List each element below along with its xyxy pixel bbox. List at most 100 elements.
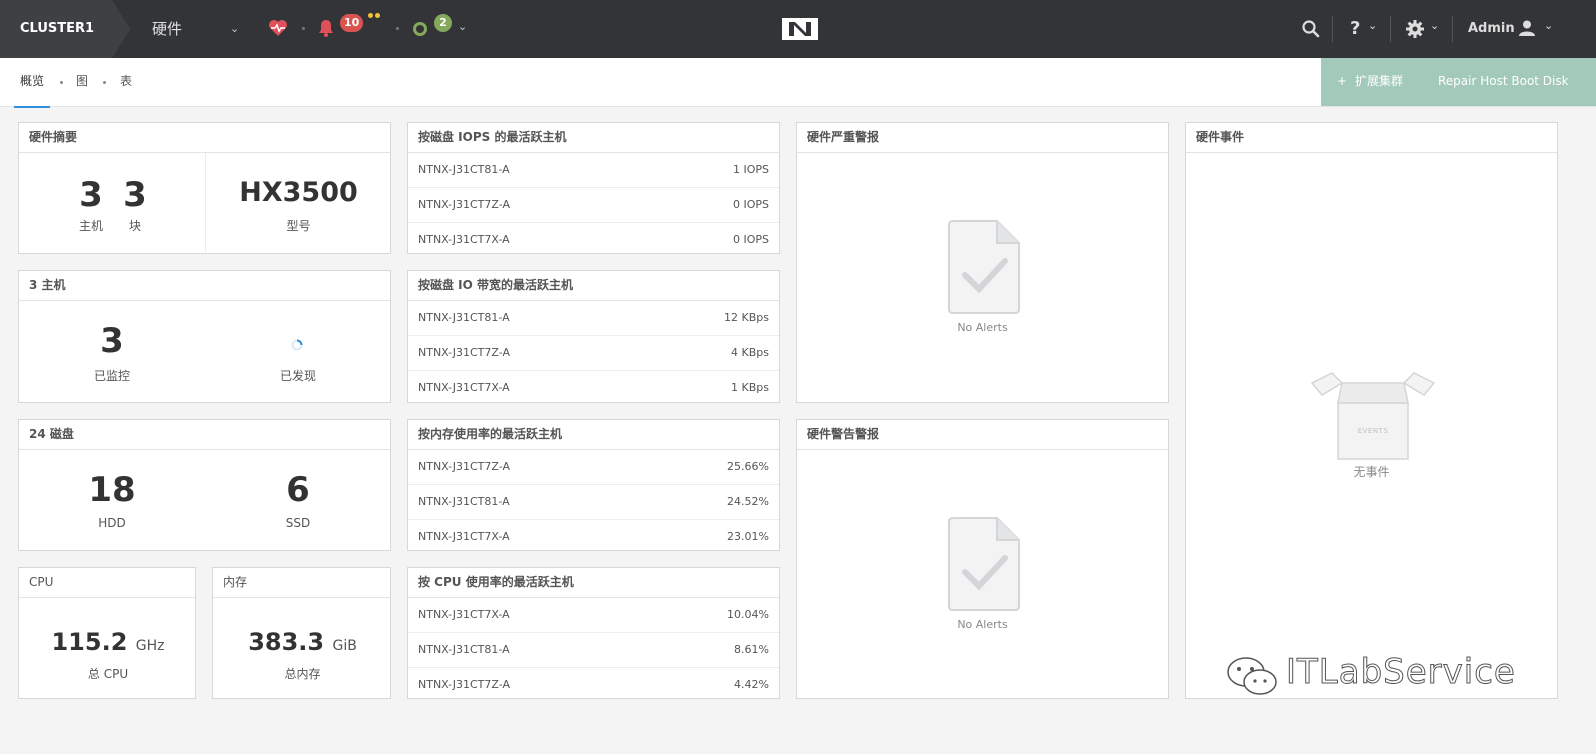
user-name[interactable]: Admin: [1468, 0, 1515, 58]
chevron-down-icon[interactable]: ⌄: [1430, 0, 1439, 55]
repair-host-boot-disk-button[interactable]: Repair Host Boot Disk: [1427, 58, 1596, 106]
health-heart-icon[interactable]: [268, 19, 288, 37]
card-title: 24 磁盘: [19, 420, 390, 450]
alerts-count-badge[interactable]: 10: [340, 14, 364, 32]
metric-value: 1 IOPS: [732, 163, 769, 176]
alert-dots-icon: [368, 13, 382, 18]
card-title: 内存: [213, 568, 390, 598]
tab-overview[interactable]: 概览: [14, 58, 51, 108]
memory-label: 总内存: [284, 667, 321, 681]
monitored-count: 3: [100, 321, 124, 361]
card-title: 按 CPU 使用率的最活跃主机: [408, 568, 779, 598]
host-name[interactable]: NTNX-J31CT7Z-A: [418, 346, 510, 359]
top-hosts-cpu-card: 按 CPU 使用率的最活跃主机 NTNX-J31CT7X-A 10.04% NTN…: [407, 567, 780, 699]
hardware-summary-card: 硬件摘要 3 主机 3 块 HX3500 型号: [18, 122, 391, 254]
table-row[interactable]: NTNX-J31CT7X-A 0 IOPS: [408, 223, 779, 257]
no-alerts-document-icon: [948, 220, 1020, 314]
discovered-label: 已发现: [279, 369, 316, 383]
host-name[interactable]: NTNX-J31CT7Z-A: [418, 678, 510, 691]
table-row[interactable]: NTNX-J31CT7Z-A 4.42%: [408, 668, 779, 702]
help-icon[interactable]: ?: [1350, 0, 1360, 58]
module-selector[interactable]: 硬件: [152, 0, 182, 58]
card-title: 硬件警告警报: [797, 420, 1168, 450]
metric-value: 4.42%: [734, 678, 769, 691]
host-name[interactable]: NTNX-J31CT7X-A: [418, 233, 510, 246]
ssd-count: 6: [286, 470, 310, 510]
search-icon[interactable]: [1302, 20, 1320, 38]
separator-dot: [103, 81, 106, 84]
host-name[interactable]: NTNX-J31CT7Z-A: [418, 460, 510, 473]
card-title: 硬件摘要: [19, 123, 390, 153]
gear-icon[interactable]: [1405, 19, 1425, 39]
host-name[interactable]: NTNX-J31CT7X-A: [418, 381, 510, 394]
host-name[interactable]: NTNX-J31CT81-A: [418, 643, 510, 656]
metric-value: 4 KBps: [731, 346, 769, 359]
metric-value: 0 IOPS: [732, 198, 769, 211]
cluster-arrow-decoration: [112, 0, 130, 58]
divider: [1452, 16, 1453, 42]
empty-events-box-icon: [1310, 372, 1436, 460]
card-title: CPU: [19, 568, 195, 598]
memory-unit: GiB: [332, 638, 357, 654]
table-row[interactable]: NTNX-J31CT7Z-A 4 KBps: [408, 336, 779, 371]
loading-spinner-icon: [291, 339, 303, 351]
block-count-label: 块: [128, 219, 141, 233]
tasks-count-badge[interactable]: 2: [434, 14, 452, 32]
user-avatar-icon[interactable]: [1518, 19, 1536, 37]
host-name[interactable]: NTNX-J31CT7Z-A: [418, 198, 510, 211]
empty-state-text: 无事件: [1353, 465, 1390, 479]
table-row[interactable]: NTNX-J31CT7X-A 23.01%: [408, 520, 779, 554]
table-row[interactable]: NTNX-J31CT7Z-A 0 IOPS: [408, 188, 779, 223]
cpu-value: 115.2: [51, 628, 128, 656]
view-tabs-bar: 概览 图 表 + 扩展集群 Repair Host Boot Disk: [0, 58, 1596, 108]
events-box-label: EVENTS: [1357, 427, 1389, 435]
watermark-text: ITLabService: [1286, 652, 1516, 693]
table-row[interactable]: NTNX-J31CT7Z-A 25.66%: [408, 450, 779, 485]
top-hosts-bandwidth-card: 按磁盘 IO 带宽的最活跃主机 NTNX-J31CT81-A 12 KBps NT…: [407, 270, 780, 403]
expand-cluster-button[interactable]: + 扩展集群: [1321, 58, 1427, 106]
memory-total-value: 383.3 GiB: [213, 628, 392, 656]
separator-dot: [396, 27, 399, 30]
cluster-name[interactable]: CLUSTER1: [0, 0, 112, 58]
chevron-down-icon[interactable]: ⌄: [1544, 0, 1553, 55]
host-name[interactable]: NTNX-J31CT81-A: [418, 311, 510, 324]
top-bar: CLUSTER1 硬件 ⌄ 10 2 ⌄ ? ⌄ ⌄ Admin ⌄: [0, 0, 1596, 58]
host-name[interactable]: NTNX-J31CT7X-A: [418, 530, 510, 543]
metric-value: 10.04%: [727, 608, 769, 621]
memory-value: 383.3: [248, 628, 325, 656]
table-row[interactable]: NTNX-J31CT81-A 8.61%: [408, 633, 779, 668]
table-row[interactable]: NTNX-J31CT7X-A 1 KBps: [408, 371, 779, 405]
cpu-total-value: 115.2 GHz: [19, 628, 197, 656]
host-count-label: 主机: [78, 219, 103, 233]
host-name[interactable]: NTNX-J31CT81-A: [418, 495, 510, 508]
card-title: 按磁盘 IOPS 的最活跃主机: [408, 123, 779, 153]
empty-state-text: No Alerts: [957, 321, 1008, 334]
metric-value: 23.01%: [727, 530, 769, 543]
separator-dot: [60, 81, 63, 84]
ssd-label: SSD: [285, 516, 311, 530]
card-title: 3 主机: [19, 271, 390, 301]
hosts-card[interactable]: 3 主机 3 已监控 已发现: [18, 270, 391, 403]
cpu-label: 总 CPU: [87, 667, 129, 681]
card-title: 硬件严重警报: [797, 123, 1168, 153]
table-row[interactable]: NTNX-J31CT81-A 12 KBps: [408, 301, 779, 336]
host-name[interactable]: NTNX-J31CT7X-A: [418, 608, 510, 621]
disks-card[interactable]: 24 磁盘 18 HDD 6 SSD: [18, 419, 391, 551]
table-row[interactable]: NTNX-J31CT81-A 24.52%: [408, 485, 779, 520]
tasks-ring-icon[interactable]: [412, 21, 428, 37]
monitored-label: 已监控: [93, 369, 130, 383]
metric-value: 8.61%: [734, 643, 769, 656]
chevron-down-icon[interactable]: ⌄: [230, 22, 239, 35]
tab-diagram[interactable]: 图: [76, 58, 88, 106]
chevron-down-icon[interactable]: ⌄: [458, 20, 467, 33]
chevron-down-icon[interactable]: ⌄: [1368, 0, 1377, 55]
metric-value: 24.52%: [727, 495, 769, 508]
divider: [1332, 16, 1333, 42]
top-hosts-iops-card: 按磁盘 IOPS 的最活跃主机 NTNX-J31CT81-A 1 IOPS NTN…: [407, 122, 780, 254]
table-row[interactable]: NTNX-J31CT81-A 1 IOPS: [408, 153, 779, 188]
alert-bell-icon[interactable]: [318, 19, 334, 37]
tab-table[interactable]: 表: [120, 58, 132, 106]
table-row[interactable]: NTNX-J31CT7X-A 10.04%: [408, 598, 779, 633]
host-name[interactable]: NTNX-J31CT81-A: [418, 163, 510, 176]
no-alerts-document-icon: [948, 517, 1020, 611]
